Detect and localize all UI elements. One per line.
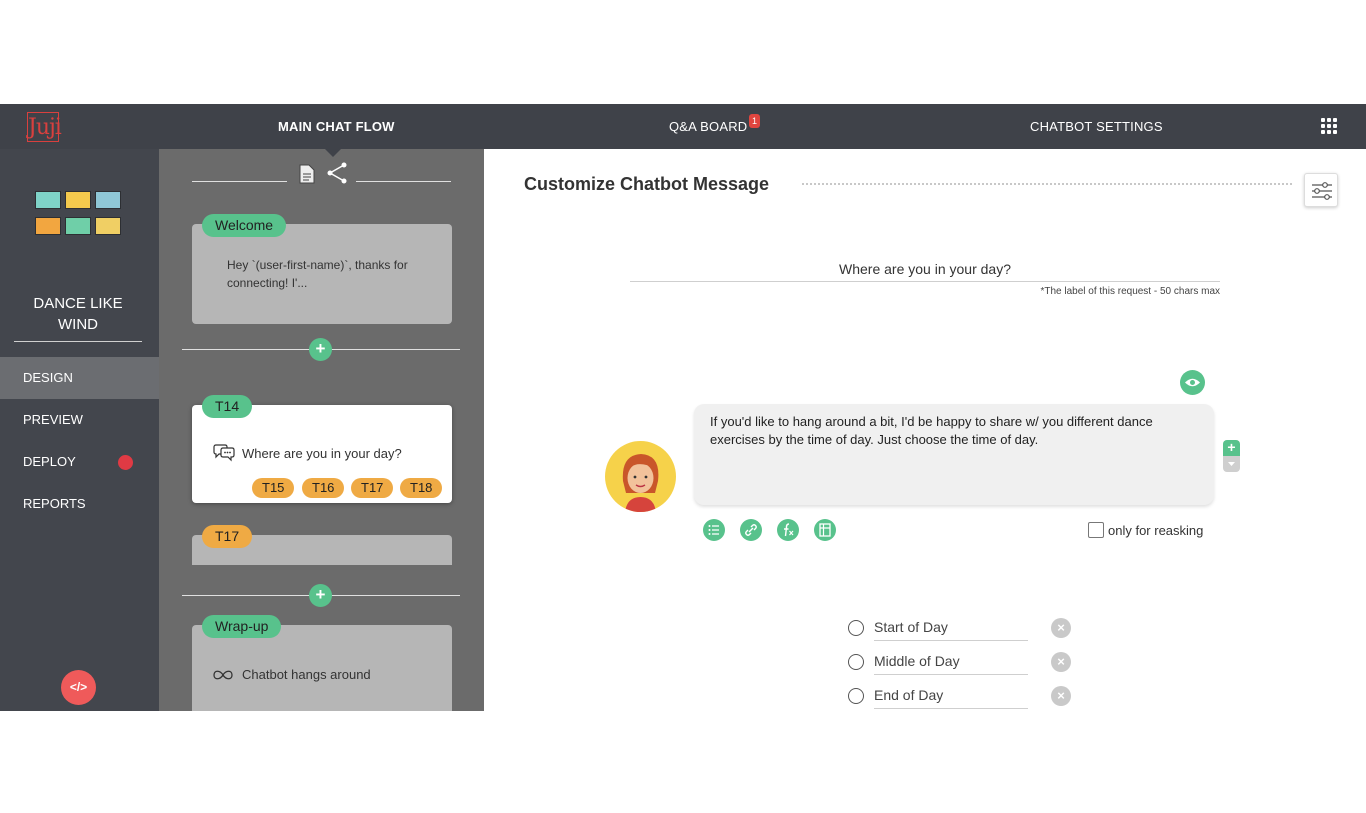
wrapup-text: Chatbot hangs around	[242, 667, 371, 682]
bot-name: DANCE LIKE WIND	[33, 295, 123, 333]
title-divider	[802, 183, 1292, 185]
reask-label: only for reasking	[1108, 523, 1204, 538]
table-icon	[819, 523, 831, 537]
insert-list-button[interactable]	[703, 519, 725, 541]
apps-grid-icon[interactable]	[1321, 118, 1337, 134]
add-topic-button[interactable]: +	[309, 338, 332, 361]
choice-input[interactable]: End of Day	[874, 683, 1028, 709]
flow-card-welcome[interactable]: Hey `(user-first-name)`, thanks for conn…	[192, 224, 452, 324]
function-icon	[784, 523, 794, 537]
message-editor-panel: Customize Chatbot Message Where are you …	[484, 149, 1366, 711]
choice-input[interactable]: Middle of Day	[874, 649, 1028, 675]
bot-avatar-icon[interactable]	[35, 191, 123, 237]
sidebar-item-reports[interactable]: REPORTS	[0, 483, 159, 525]
delete-choice-button[interactable]: ×	[1051, 618, 1071, 638]
sidebar-item-preview[interactable]: PREVIEW	[0, 399, 159, 441]
nav-qa-board[interactable]: Q&A BOARD	[669, 119, 747, 134]
divider	[14, 341, 142, 342]
chat-bubbles-icon	[213, 444, 235, 462]
eye-icon	[1185, 378, 1200, 387]
chat-flow-panel: Hey `(user-first-name)`, thanks for conn…	[159, 149, 484, 711]
preview-eye-button[interactable]	[1180, 370, 1205, 395]
divider	[356, 181, 451, 182]
sliders-icon	[1312, 182, 1332, 200]
share-icon[interactable]	[325, 161, 349, 185]
nav-main-chat-flow[interactable]: MAIN CHAT FLOW	[278, 119, 395, 134]
request-label-hint: *The label of this request - 50 chars ma…	[1040, 286, 1220, 297]
choice-radio[interactable]	[848, 688, 864, 704]
deploy-status-dot	[118, 455, 133, 470]
collapse-variant-button[interactable]	[1223, 456, 1240, 472]
chevron-down-icon	[1228, 462, 1235, 466]
left-sidebar: DANCE LIKE WIND DESIGN PREVIEW DEPLOY RE…	[0, 149, 159, 711]
embed-code-button[interactable]: </>	[61, 670, 96, 705]
insert-link-button[interactable]	[740, 519, 762, 541]
flow-tag-wrapup: Wrap-up	[202, 615, 282, 638]
document-icon[interactable]	[296, 163, 318, 185]
branch-tag-t16[interactable]: T16	[302, 478, 345, 498]
nav-chatbot-settings[interactable]: CHATBOT SETTINGS	[1030, 119, 1163, 134]
list-icon	[708, 525, 719, 535]
request-label-input[interactable]: Where are you in your day?	[630, 257, 1220, 282]
choice-option: Start of Day ×	[848, 615, 1088, 641]
flow-tag-t14: T14	[202, 395, 253, 418]
choice-radio[interactable]	[848, 654, 864, 670]
qa-notification-badge: 1	[749, 114, 760, 128]
branch-tag-t18[interactable]: T18	[400, 478, 443, 498]
flow-tag-t17: T17	[202, 525, 253, 548]
add-message-variant-button[interactable]: +	[1223, 440, 1240, 456]
insert-table-button[interactable]	[814, 519, 836, 541]
choice-radio[interactable]	[848, 620, 864, 636]
welcome-message-preview: Hey `(user-first-name)`, thanks for conn…	[227, 258, 408, 290]
link-icon	[745, 524, 757, 536]
delete-choice-button[interactable]: ×	[1051, 686, 1071, 706]
active-tab-caret	[325, 149, 341, 157]
app-window: Juji MAIN CHAT FLOW Q&A BOARD 1 CHATBOT …	[0, 104, 1366, 711]
bot-avatar	[605, 441, 676, 512]
flow-card-t14[interactable]: Where are you in your day? T15 T16 T17 T…	[192, 405, 452, 503]
reask-checkbox-row[interactable]: only for reasking	[1088, 522, 1203, 538]
choice-input[interactable]: Start of Day	[874, 615, 1028, 641]
branch-tag-t17[interactable]: T17	[351, 478, 394, 498]
juji-logo[interactable]: Juji	[27, 112, 62, 142]
choice-option: End of Day ×	[848, 683, 1088, 709]
page-title: Customize Chatbot Message	[524, 174, 770, 194]
reask-checkbox[interactable]	[1088, 522, 1104, 538]
add-topic-button[interactable]: +	[309, 584, 332, 607]
choice-option: Middle of Day ×	[848, 649, 1088, 675]
infinity-icon	[213, 670, 233, 680]
divider	[192, 181, 287, 182]
editor-settings-button[interactable]	[1304, 173, 1338, 207]
delete-choice-button[interactable]: ×	[1051, 652, 1071, 672]
sidebar-item-design[interactable]: DESIGN	[0, 357, 159, 399]
chatbot-message-editor[interactable]: If you'd like to hang around a bit, I'd …	[694, 404, 1214, 505]
bot-face-icon	[622, 454, 659, 512]
t14-question: Where are you in your day?	[242, 446, 402, 461]
sidebar-item-deploy[interactable]: DEPLOY	[0, 441, 159, 483]
insert-function-button[interactable]	[777, 519, 799, 541]
top-navigation-bar: Juji MAIN CHAT FLOW Q&A BOARD 1 CHATBOT …	[0, 104, 1366, 149]
branch-tag-t15[interactable]: T15	[252, 478, 295, 498]
flow-tag-welcome: Welcome	[202, 214, 287, 237]
